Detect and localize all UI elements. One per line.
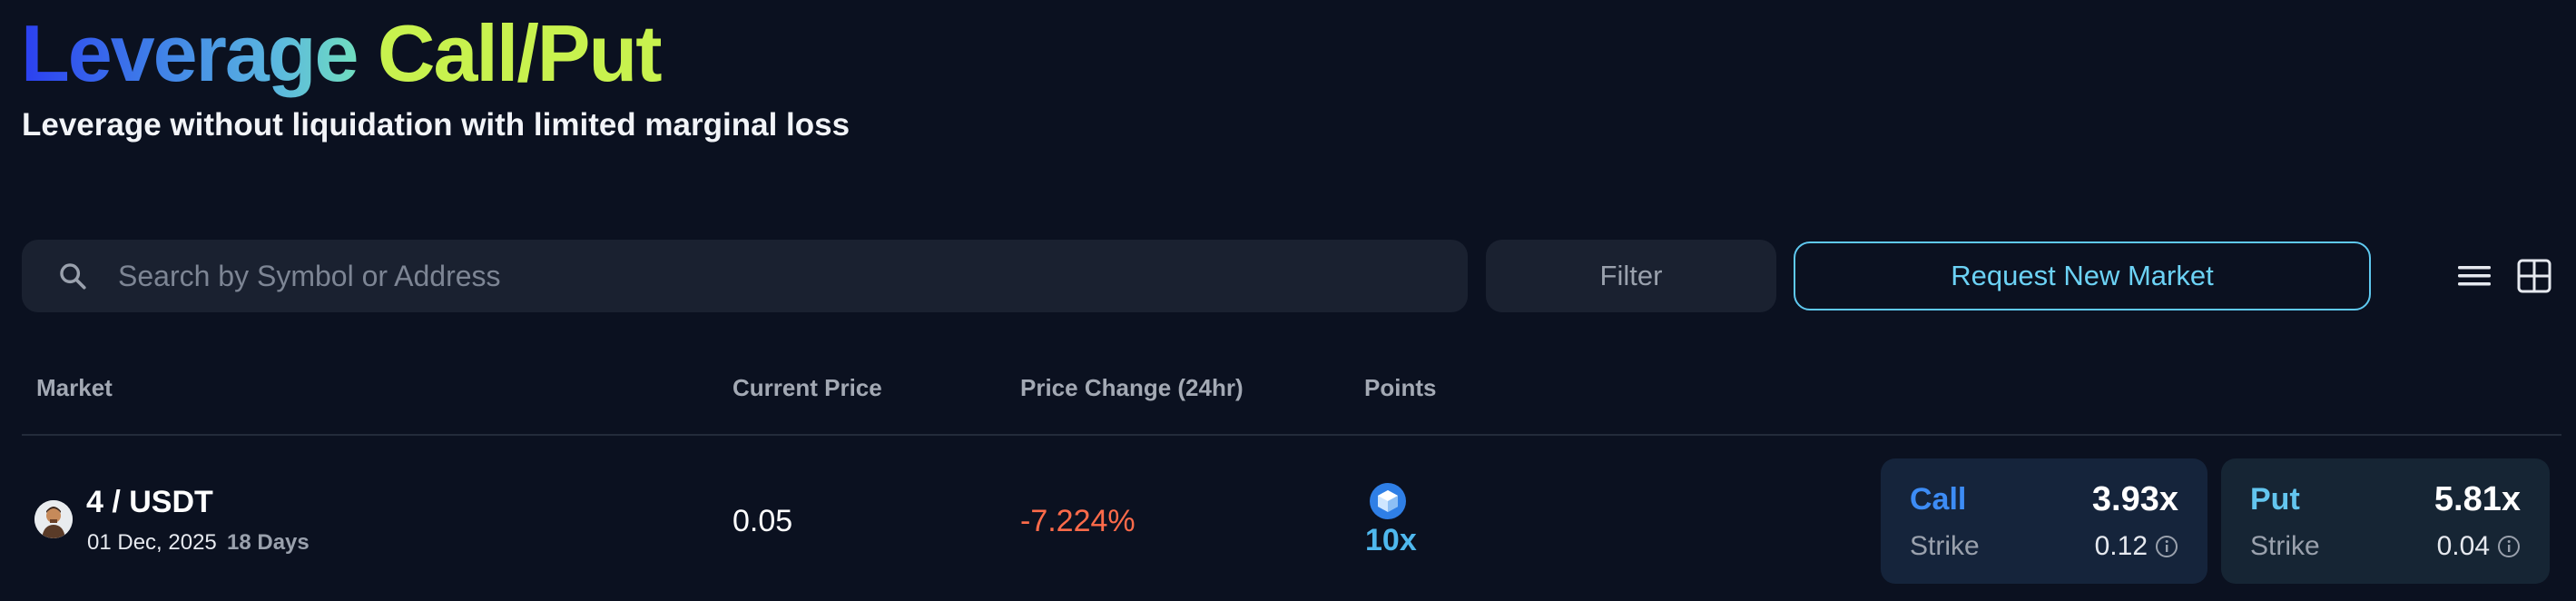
avatar xyxy=(34,500,73,538)
page: Leverage Call/Put Leverage without liqui… xyxy=(0,0,2576,601)
search-box[interactable] xyxy=(22,240,1468,312)
expiry-date: 01 Dec, 2025 xyxy=(87,530,217,555)
search-icon xyxy=(36,240,109,312)
market-pair[interactable]: 4 / USDT xyxy=(86,485,213,520)
column-header-points[interactable]: Points xyxy=(1364,374,1436,402)
points-multiplier: 10x xyxy=(1365,523,1417,557)
grid-view-icon[interactable] xyxy=(2516,258,2552,294)
price-change: -7.224% xyxy=(1020,504,1136,538)
put-label: Put xyxy=(2250,482,2300,517)
info-icon[interactable] xyxy=(2155,535,2178,558)
column-header-market[interactable]: Market xyxy=(36,374,113,402)
put-strike-label: Strike xyxy=(2250,531,2320,561)
put-strike-value: 0.04 xyxy=(2436,531,2490,561)
column-header-price-change[interactable]: Price Change (24hr) xyxy=(1020,374,1244,402)
points-cube-icon xyxy=(1369,482,1407,520)
call-card[interactable]: Call 3.93x Strike 0.12 xyxy=(1881,458,2207,584)
info-icon[interactable] xyxy=(2497,535,2521,558)
filter-button[interactable]: Filter xyxy=(1486,240,1776,312)
call-label: Call xyxy=(1910,482,1967,517)
title-leverage: Leverage xyxy=(21,8,359,98)
column-header-current-price[interactable]: Current Price xyxy=(732,374,882,402)
call-leverage: 3.93x xyxy=(2091,480,2178,518)
current-price: 0.05 xyxy=(732,504,793,538)
days-remaining: 18 Days xyxy=(227,530,310,555)
table-divider xyxy=(22,434,2561,436)
put-card[interactable]: Put 5.81x Strike 0.04 xyxy=(2221,458,2550,584)
call-strike-label: Strike xyxy=(1910,531,1980,561)
request-new-market-button[interactable]: Request New Market xyxy=(1794,241,2371,310)
call-strike-value: 0.12 xyxy=(2094,531,2148,561)
list-view-icon[interactable] xyxy=(2456,258,2494,294)
page-title: Leverage Call/Put xyxy=(21,4,663,103)
search-input[interactable] xyxy=(116,249,1387,303)
page-subtitle: Leverage without liquidation with limite… xyxy=(22,107,850,143)
put-leverage: 5.81x xyxy=(2433,480,2521,518)
title-call-put: Call/Put xyxy=(377,8,663,98)
